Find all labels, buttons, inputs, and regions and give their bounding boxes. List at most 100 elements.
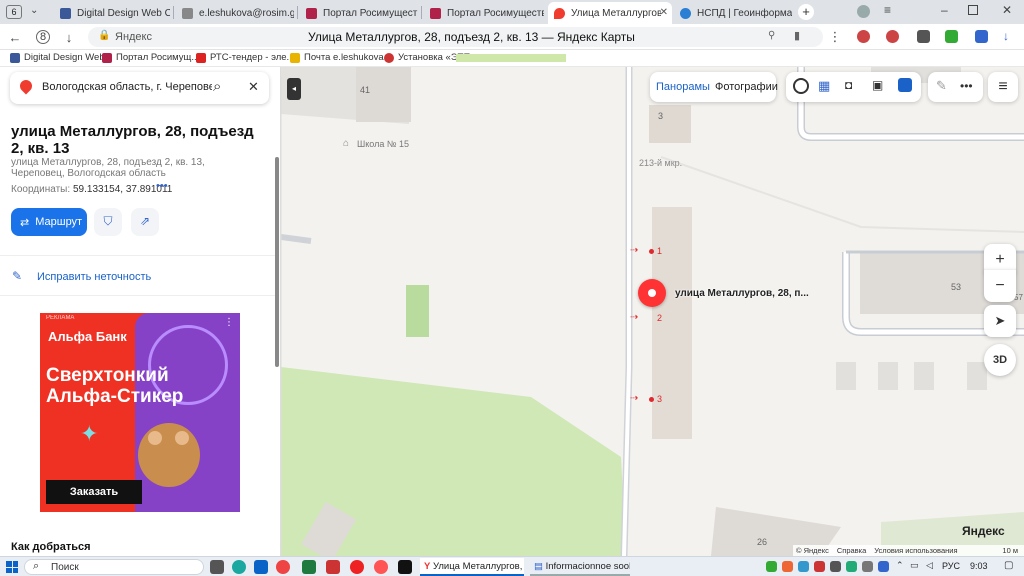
search-input[interactable]: Вологодская область, г. Череповец, у — [42, 81, 212, 93]
taskbar-app-yandex-maps[interactable]: Y Улица Металлургов, ... — [420, 558, 524, 576]
map-type-icon[interactable] — [793, 78, 809, 94]
taskbar-app-info[interactable]: ▤ Informacionnoe soob... — [530, 558, 630, 576]
notifications-icon[interactable]: ▢ — [1004, 560, 1013, 571]
taskbar-search[interactable]: ⌕ Поиск — [24, 559, 204, 575]
more-icon[interactable]: ⋮ — [826, 28, 844, 46]
outlook-icon[interactable] — [254, 560, 268, 574]
bookmark-icon[interactable]: ▮ — [794, 29, 800, 42]
chrome-icon[interactable] — [276, 560, 290, 574]
location-pin-icon[interactable] — [638, 279, 666, 307]
start-button[interactable] — [6, 561, 18, 573]
fix-inaccuracy-link[interactable]: Исправить неточность — [37, 271, 151, 283]
yandex-home-icon[interactable]: 8 — [36, 30, 50, 44]
ad-tag: РЕКЛАМА — [46, 315, 75, 321]
tab-title: Портал Росимущества — [323, 7, 418, 19]
excel-icon[interactable] — [302, 560, 316, 574]
location-icon[interactable]: ⚲ — [768, 30, 775, 41]
extension-icon[interactable] — [945, 30, 958, 43]
extension-icon[interactable] — [917, 30, 930, 43]
ad-more-icon[interactable]: ⋮ — [224, 317, 234, 328]
route-button[interactable]: ⇄ Маршрут — [11, 208, 87, 236]
tray-icon[interactable] — [782, 561, 793, 572]
maximize-icon[interactable] — [968, 5, 978, 15]
tray-icon[interactable] — [814, 561, 825, 572]
downloads-icon[interactable]: ↓ — [1003, 29, 1009, 43]
tray-icon[interactable] — [798, 561, 809, 572]
map-canvas[interactable]: 41 ⌂ Школа № 15 213-й мкр. 3 53 57 26 ⇢ … — [281, 67, 1024, 556]
bookmark-item[interactable]: Digital Design Web... — [10, 52, 113, 63]
tab-portal-2[interactable]: Портал Росимущества — [424, 2, 544, 24]
minimize-icon[interactable]: – — [941, 3, 948, 17]
panel-scrollbar[interactable] — [275, 157, 279, 367]
tab-list-chevron-icon[interactable]: ⌄ — [30, 5, 38, 16]
tab-favicon-icon — [680, 7, 691, 19]
clock[interactable]: 9:03 — [970, 561, 988, 571]
tab-digital-design[interactable]: Digital Design Web Clie — [54, 2, 170, 24]
clear-search-icon[interactable]: ✕ — [248, 79, 259, 95]
extension-icon[interactable] — [886, 30, 899, 43]
bookmark-favicon-icon — [290, 52, 300, 63]
tray-icon[interactable] — [878, 561, 889, 572]
volume-icon[interactable]: ◁ — [926, 560, 933, 571]
tab-yandex-maps[interactable]: Улица Металлургов, 28 ✕ — [548, 2, 672, 24]
ruler-icon[interactable]: ✎ — [936, 78, 947, 94]
layers-icon[interactable] — [898, 78, 912, 92]
bookmark-item[interactable]: Почта e.leshukova... — [290, 52, 392, 63]
pin-address-label[interactable]: улица Металлургов, 28, п... — [675, 288, 809, 299]
show-hidden-icons[interactable]: ⌃ — [896, 560, 904, 571]
panoramas-button[interactable]: Панорамы — [656, 81, 710, 93]
zoom-out-button[interactable]: − — [984, 270, 1016, 302]
collapse-panel-button[interactable]: ◂ — [287, 78, 301, 100]
app-icon[interactable] — [398, 560, 412, 574]
main-menu-button[interactable]: ≡ — [988, 72, 1018, 102]
school-label[interactable]: Школа № 15 — [357, 139, 409, 149]
bookmark-item[interactable]: РТС-тендер - эле... — [196, 52, 294, 63]
back-button[interactable]: ← — [6, 28, 24, 46]
save-bookmark-button[interactable]: ⛉ — [94, 208, 122, 236]
tab-mail[interactable]: e.leshukova@rosim.gov — [176, 2, 294, 24]
tab-portal-1[interactable]: Портал Росимущества — [300, 2, 418, 24]
scale-label: 10 м — [1002, 546, 1018, 555]
close-tab-icon[interactable]: ✕ — [660, 7, 668, 18]
terms-link[interactable]: Условия использования — [874, 546, 957, 555]
share-button[interactable]: ⇗ — [131, 208, 159, 236]
bookmark-item[interactable]: Портал Росимущ... — [102, 52, 199, 63]
tray-icon[interactable] — [766, 561, 777, 572]
extension-icon[interactable] — [975, 30, 988, 43]
app-icon[interactable] — [326, 560, 340, 574]
map-pin-icon — [17, 77, 35, 95]
extension-icon[interactable] — [857, 30, 870, 43]
task-view-icon[interactable] — [210, 560, 224, 574]
search-box[interactable]: Вологодская область, г. Череповец, у ⌕ ✕ — [10, 72, 269, 104]
coords-more-icon[interactable]: ••• — [156, 180, 168, 192]
close-window-icon[interactable]: ✕ — [1002, 3, 1012, 17]
tray-icon[interactable] — [830, 561, 841, 572]
search-icon[interactable]: ⌕ — [213, 78, 221, 95]
tray-icon[interactable] — [862, 561, 873, 572]
entrance-3-label: 3 — [657, 394, 663, 404]
my-location-button[interactable]: ➤ — [984, 305, 1016, 337]
ad-order-button[interactable]: Заказать — [46, 480, 142, 504]
transport-icon[interactable]: ▣ — [872, 78, 883, 92]
url-field[interactable]: 🔒 Яндекс Улица Металлургов, 28, подъезд … — [88, 27, 823, 47]
photos-button[interactable]: Фотографии — [715, 81, 778, 93]
3d-button[interactable]: 3D — [984, 344, 1016, 376]
advertisement-banner[interactable]: РЕКЛАМА Альфа Банк ⋮ Сверхтонкий Альфа-С… — [40, 313, 240, 512]
network-icon[interactable]: ▭ — [910, 560, 919, 571]
edge-icon[interactable] — [232, 560, 246, 574]
new-tab-button[interactable]: + — [798, 4, 814, 20]
opera-icon[interactable] — [350, 560, 364, 574]
tab-count-badge[interactable]: 6 — [6, 5, 22, 19]
download-icon[interactable]: ↓ — [60, 28, 78, 46]
menu-icon[interactable]: ≡ — [884, 3, 891, 17]
document-icon: ▤ — [534, 561, 543, 572]
profile-avatar[interactable] — [857, 5, 870, 18]
bookmarks-icon[interactable]: ▦ — [818, 78, 830, 94]
help-link[interactable]: Справка — [837, 546, 866, 555]
tray-icon[interactable] — [846, 561, 857, 572]
camera-icon[interactable]: ◘ — [845, 78, 852, 92]
language-indicator[interactable]: РУС — [942, 561, 960, 571]
more-options-icon[interactable]: ••• — [960, 79, 973, 93]
yandex-browser-icon[interactable] — [374, 560, 388, 574]
tab-nspd[interactable]: НСПД | Геоинформац — [674, 2, 792, 24]
